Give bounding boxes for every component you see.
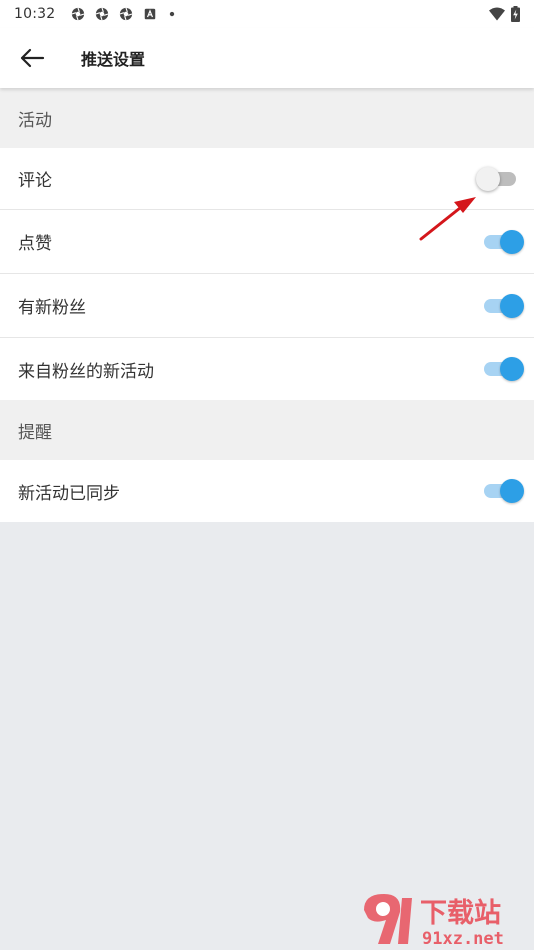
toggle-thumb bbox=[500, 479, 524, 503]
aperture-icon bbox=[72, 7, 85, 21]
arrow-left-icon bbox=[20, 48, 45, 68]
activity-synced-toggle-switch[interactable] bbox=[480, 479, 524, 503]
setting-label: 新活动已同步 bbox=[18, 483, 120, 504]
like-toggle-switch[interactable] bbox=[480, 229, 524, 254]
wifi-icon bbox=[489, 7, 505, 21]
back-button[interactable] bbox=[2, 28, 62, 88]
setting-label: 点赞 bbox=[18, 234, 52, 254]
toggle-thumb bbox=[500, 229, 524, 254]
app-bar: 推送设置 bbox=[0, 28, 534, 88]
dot-icon bbox=[170, 11, 175, 17]
settings-list: 活动 评论 点赞 有新粉丝 来自粉丝的新活动 提醒 新活动已同步 bbox=[0, 88, 534, 522]
aperture-icon bbox=[96, 7, 109, 21]
setting-label: 有新粉丝 bbox=[18, 298, 86, 318]
toggle-thumb bbox=[476, 166, 500, 191]
setting-label: 来自粉丝的新活动 bbox=[18, 361, 154, 382]
setting-row-activity-synced[interactable]: 新活动已同步 bbox=[0, 460, 534, 522]
status-time: 10:32 bbox=[14, 6, 56, 22]
setting-label: 评论 bbox=[18, 171, 52, 191]
setting-row-follower-activity[interactable]: 来自粉丝的新活动 bbox=[0, 338, 534, 400]
battery-charging-icon bbox=[511, 6, 520, 22]
section-header-activity: 活动 bbox=[0, 88, 534, 148]
new-follower-toggle-switch[interactable] bbox=[480, 293, 524, 318]
setting-row-comment[interactable]: 评论 bbox=[0, 148, 534, 210]
svg-text:下载站: 下载站 bbox=[420, 898, 501, 929]
aperture-icon bbox=[120, 7, 133, 21]
toggle-thumb bbox=[500, 293, 524, 318]
section-header-reminder: 提醒 bbox=[0, 400, 534, 460]
follower-activity-toggle-switch[interactable] bbox=[480, 357, 524, 381]
toggle-thumb bbox=[500, 357, 524, 381]
comment-toggle-switch[interactable] bbox=[476, 166, 520, 191]
setting-row-like[interactable]: 点赞 bbox=[0, 210, 534, 274]
status-bar: 10:32 bbox=[0, 0, 534, 28]
page-title: 推送设置 bbox=[81, 50, 146, 69]
watermark-logo: 下载站 91xz.net bbox=[364, 894, 504, 948]
keyboard-a-icon bbox=[145, 8, 156, 20]
svg-text:91xz.net: 91xz.net bbox=[422, 929, 504, 948]
setting-row-new-follower[interactable]: 有新粉丝 bbox=[0, 274, 534, 338]
